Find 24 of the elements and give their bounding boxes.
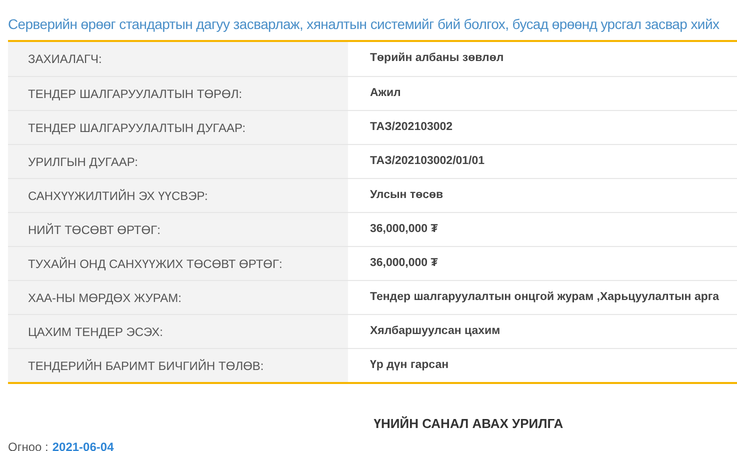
detail-label-cell: ХАА-НЫ МӨРДӨХ ЖУРАМ: <box>8 281 348 314</box>
detail-label-cell: ТУХАЙН ОНД САНХҮҮЖИХ ТӨСӨВТ ӨРТӨГ: <box>8 247 348 280</box>
detail-value-cell-text: 36,000,000 ₮ <box>369 256 439 271</box>
detail-label-cell: ТЕНДЕР ШАЛГАРУУЛАЛТЫН ДУГААР: <box>8 111 348 144</box>
detail-value-cell-text: Ажил <box>369 86 402 101</box>
detail-value-cell-text: Үр дүн гарсан <box>369 358 450 373</box>
detail-label-cell: ТЕНДЕРИЙН БАРИМТ БИЧГИЙН ТӨЛӨВ: <box>8 349 348 382</box>
detail-value-cell-text: Тендер шалгаруулалтын онцгой журам ,Харьцуулалтын арга <box>369 290 720 305</box>
date-value: 2021-06-04 <box>52 438 114 451</box>
detail-value-cell-text: Улсын төсөв <box>369 188 444 203</box>
detail-label-cell: ЦАХИМ ТЕНДЕР ЭСЭХ: <box>8 315 348 348</box>
detail-value-cell-text: ТАЗ/202103002 <box>369 120 454 135</box>
detail-label-cell: САНХҮҮЖИЛТИЙН ЭХ ҮҮСВЭР: <box>8 179 348 212</box>
detail-label-cell: ЗАХИАЛАГЧ: <box>8 42 348 76</box>
date-label: Огноо : <box>8 438 48 451</box>
page-title: Серверийн өрөөг стандартын дагуу засварлаж, хяналтын системийг бий болгох, бусад өрөөнд урсгал засвар хийх <box>7 15 720 34</box>
section-heading: ҮНИЙН САНАЛ АВАХ УРИЛГА <box>374 415 564 433</box>
detail-value-cell-text: ТАЗ/202103002/01/01 <box>369 154 486 169</box>
detail-value-cell-text: Төрийн албаны зөвлөл <box>369 51 505 66</box>
detail-label-cell: УРИЛГЫН ДУГААР: <box>8 145 348 178</box>
detail-label-cell: НИЙТ ТӨСӨВТ ӨРТӨГ: <box>8 213 348 246</box>
detail-value-cell-text: 36,000,000 ₮ <box>369 222 439 237</box>
detail-value-cell-text: Хялбаршуулсан цахим <box>369 324 502 339</box>
detail-label-cell: ТЕНДЕР ШАЛГАРУУЛАЛТЫН ТӨРӨЛ: <box>8 77 348 110</box>
